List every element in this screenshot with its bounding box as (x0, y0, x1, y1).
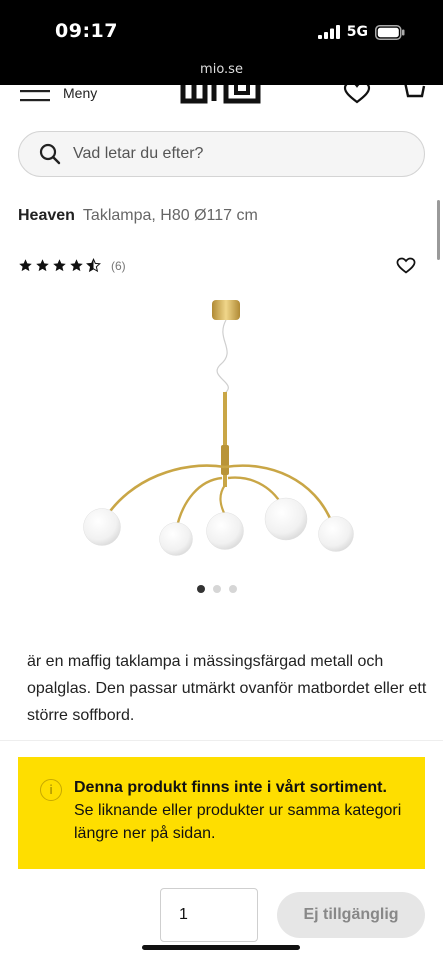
star-full-icon (19, 259, 32, 272)
unavailable-button[interactable]: Ej tillgänglig (277, 892, 425, 938)
notice-body: Se liknande eller produkter ur samma kat… (74, 802, 402, 842)
quantity-input[interactable] (161, 889, 257, 941)
star-full-icon (53, 259, 66, 272)
star-full-icon (70, 259, 83, 272)
carousel-dot-3[interactable] (229, 585, 237, 593)
quantity-field[interactable] (160, 888, 258, 942)
product-subtitle: Taklampa, H80 Ø117 cm (82, 207, 258, 224)
star-full-icon (36, 259, 49, 272)
scrollbar[interactable] (437, 200, 440, 260)
battery-icon (375, 24, 405, 40)
signal-icon (317, 25, 340, 39)
star-half-icon (86, 258, 101, 273)
product-brand: Heaven (18, 207, 75, 224)
divider (0, 740, 443, 741)
status-time: 09:17 (55, 20, 118, 42)
product-rating[interactable]: (6) (18, 258, 126, 273)
carousel-dot-2[interactable] (213, 585, 221, 593)
info-icon: i (40, 779, 62, 801)
rating-stars (18, 258, 101, 273)
status-bar: 09:17 5G mio.se (0, 0, 443, 85)
menu-label[interactable]: Meny (63, 85, 97, 101)
network-type: 5G (346, 24, 368, 40)
product-description: är en maffig taklampa i mässingsfärgad m… (27, 653, 427, 724)
product-image[interactable] (70, 295, 370, 565)
search-input[interactable] (73, 145, 393, 163)
carousel-dot-1[interactable] (197, 585, 205, 593)
hamburger-icon (20, 90, 50, 102)
mio-logo[interactable] (180, 85, 264, 107)
menu-button[interactable] (20, 85, 52, 107)
review-count[interactable]: (6) (111, 259, 126, 273)
availability-notice: i Denna produkt finns inte i vårt sortim… (18, 757, 425, 869)
home-indicator (142, 945, 300, 950)
product-title: Heaven Taklampa, H80 Ø117 cm (18, 207, 258, 225)
url-bar[interactable]: mio.se (0, 62, 443, 77)
notice-title: Denna produkt finns inte i vårt sortimen… (74, 779, 387, 796)
carousel-dots (197, 585, 237, 593)
site-header: Meny (0, 85, 443, 107)
wishlist-icon[interactable] (343, 85, 371, 105)
cart-icon[interactable] (400, 85, 426, 105)
search-bar[interactable] (18, 131, 425, 177)
favorite-heart-icon[interactable] (396, 257, 416, 275)
search-icon (39, 143, 61, 165)
status-indicators: 5G (317, 24, 405, 40)
